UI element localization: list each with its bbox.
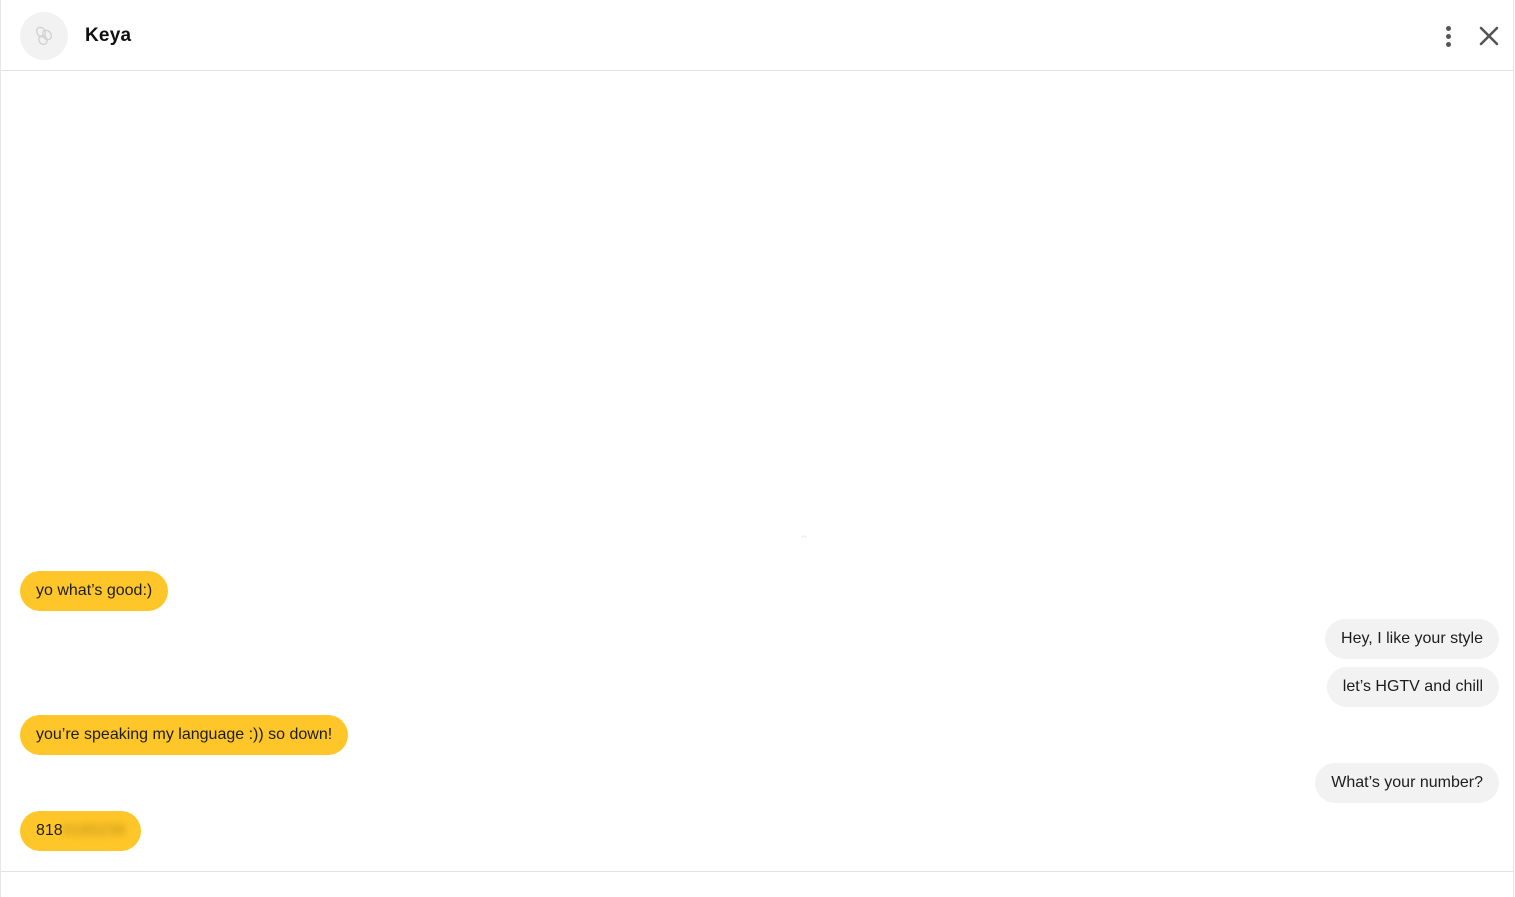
- composer-divider: [1, 871, 1513, 872]
- message-bubble-incoming[interactable]: 8180165239: [20, 811, 141, 851]
- message-text: you’re speaking my language :)) so down!: [36, 726, 333, 743]
- more-options-button[interactable]: [1438, 22, 1458, 52]
- more-vertical-icon: [1446, 42, 1451, 47]
- message-text: yo what’s good:): [36, 582, 153, 599]
- chat-window: Keya •• yo what’s good:) Hey, I like you…: [0, 0, 1514, 897]
- phone-number-blurred: 0165239: [62, 822, 125, 839]
- close-button[interactable]: [1477, 24, 1501, 48]
- message-bubble-incoming[interactable]: yo what’s good:): [20, 571, 169, 611]
- message-bubble-outgoing[interactable]: Hey, I like your style: [1325, 619, 1499, 659]
- message-bubble-incoming[interactable]: you’re speaking my language :)) so down!: [20, 715, 349, 755]
- phone-number-visible: 818: [36, 822, 63, 839]
- message-thread[interactable]: •• yo what’s good:) Hey, I like your sty…: [1, 72, 1513, 871]
- more-vertical-icon: [1446, 34, 1451, 39]
- avatar[interactable]: [20, 12, 68, 60]
- close-icon: [1479, 26, 1499, 46]
- bee-logo-icon: [35, 26, 53, 46]
- more-vertical-icon: [1446, 26, 1451, 31]
- contact-name[interactable]: Keya: [85, 25, 131, 47]
- message-bubble-outgoing[interactable]: let’s HGTV and chill: [1326, 667, 1499, 707]
- message-text: let’s HGTV and chill: [1342, 678, 1483, 695]
- message-bubble-outgoing[interactable]: What’s your number?: [1315, 763, 1499, 803]
- message-text: Hey, I like your style: [1341, 630, 1483, 647]
- chat-header: Keya: [1, 0, 1513, 71]
- message-text: What’s your number?: [1331, 774, 1483, 791]
- read-indicator: ••: [801, 532, 807, 541]
